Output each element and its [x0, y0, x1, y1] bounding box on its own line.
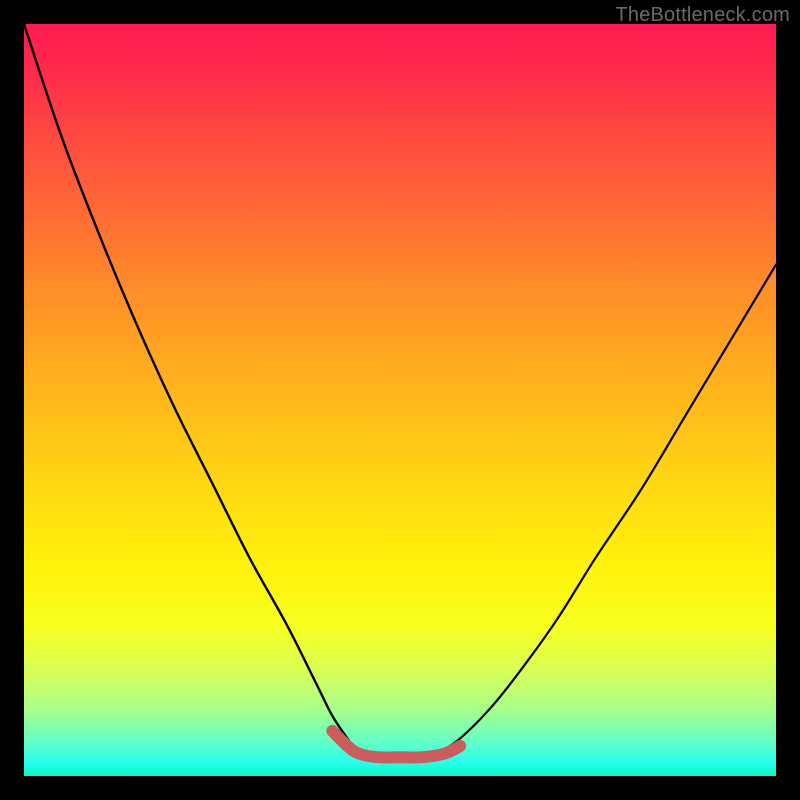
- flat-bottom-curve: [332, 731, 460, 758]
- left-curve: [24, 24, 359, 753]
- right-curve: [438, 265, 776, 754]
- curve-canvas: [24, 24, 776, 776]
- plot-area: [24, 24, 776, 776]
- chart-frame: TheBottleneck.com: [0, 0, 800, 800]
